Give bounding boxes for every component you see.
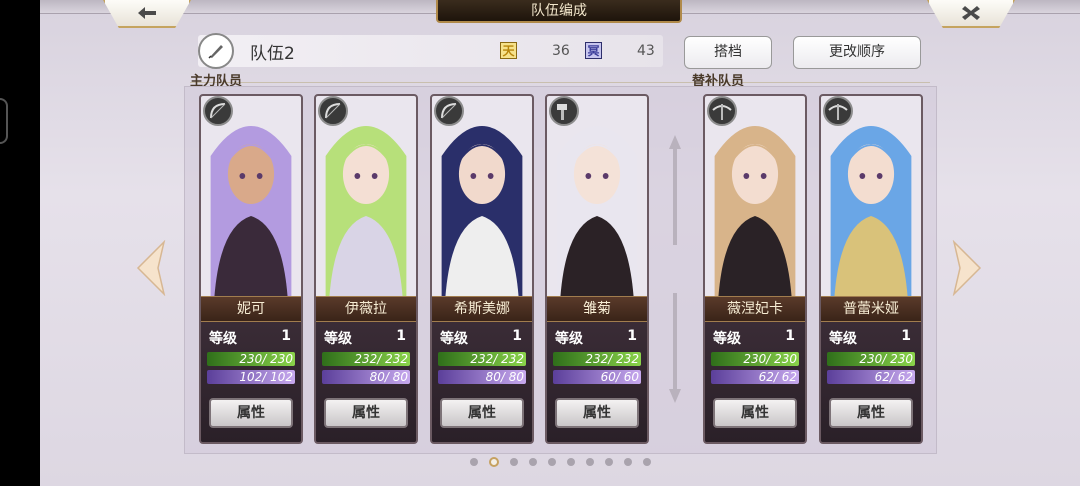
character-name: 普蕾米娅 bbox=[821, 296, 921, 322]
hp-bar: 232/ 232 bbox=[438, 352, 526, 366]
hell-value: 43 bbox=[637, 43, 655, 59]
level-label: 等级 bbox=[713, 331, 741, 347]
back-button[interactable] bbox=[103, 0, 191, 28]
hammer-icon bbox=[549, 96, 579, 126]
hp-bar: 232/ 232 bbox=[322, 352, 410, 366]
level-label: 等级 bbox=[555, 331, 583, 347]
page-dot[interactable] bbox=[548, 458, 556, 466]
hell-attribute-icon: 冥 bbox=[585, 42, 602, 59]
attribute-button[interactable]: 属性 bbox=[555, 398, 639, 428]
character-portrait bbox=[201, 96, 301, 296]
hp-bar: 230/ 230 bbox=[207, 352, 295, 366]
page-dot[interactable] bbox=[586, 458, 594, 466]
character-card[interactable]: 薇涅妃卡 等级 1 230/ 230 62/ 62 属性 bbox=[703, 94, 807, 444]
page-dot[interactable] bbox=[529, 458, 537, 466]
heaven-value: 36 bbox=[552, 43, 570, 59]
rename-team-button[interactable] bbox=[198, 33, 234, 69]
hp-bar: 230/ 230 bbox=[711, 352, 799, 366]
close-icon bbox=[962, 6, 980, 20]
page-indicator bbox=[470, 457, 651, 467]
mp-bar: 102/ 102 bbox=[207, 370, 295, 384]
page-dot[interactable] bbox=[605, 458, 613, 466]
page-dot[interactable] bbox=[510, 458, 518, 466]
character-stats: 等级 1 232/ 232 80/ 80 属性 bbox=[432, 322, 532, 442]
character-portrait bbox=[432, 96, 532, 296]
character-card[interactable]: 希斯美娜 等级 1 232/ 232 80/ 80 属性 bbox=[430, 94, 534, 444]
heaven-attribute-icon: 天 bbox=[500, 42, 517, 59]
page-dot[interactable] bbox=[643, 458, 651, 466]
character-stats: 等级 1 232/ 232 80/ 80 属性 bbox=[316, 322, 416, 442]
level-value: 1 bbox=[627, 328, 637, 344]
character-name: 薇涅妃卡 bbox=[705, 296, 805, 322]
page-dot[interactable] bbox=[624, 458, 632, 466]
level-value: 1 bbox=[901, 328, 911, 344]
level-label: 等级 bbox=[440, 331, 468, 347]
left-arrow-icon bbox=[138, 7, 156, 19]
level-value: 1 bbox=[512, 328, 522, 344]
team-name: 队伍2 bbox=[250, 44, 295, 64]
character-card[interactable]: 伊薇拉 等级 1 232/ 232 80/ 80 属性 bbox=[314, 94, 418, 444]
mp-bar: 62/ 62 bbox=[827, 370, 915, 384]
page-dot[interactable] bbox=[470, 458, 478, 466]
character-portrait bbox=[705, 96, 805, 296]
character-portrait bbox=[316, 96, 416, 296]
next-page-arrow[interactable] bbox=[952, 240, 982, 296]
character-name: 伊薇拉 bbox=[316, 296, 416, 322]
attribute-button[interactable]: 属性 bbox=[829, 398, 913, 428]
character-portrait bbox=[821, 96, 921, 296]
hp-bar: 230/ 230 bbox=[827, 352, 915, 366]
bow-icon bbox=[434, 96, 464, 126]
attribute-button[interactable]: 属性 bbox=[440, 398, 524, 428]
level-label: 等级 bbox=[209, 331, 237, 347]
mp-bar: 60/ 60 bbox=[553, 370, 641, 384]
section-divider-line bbox=[190, 82, 930, 83]
character-stats: 等级 1 230/ 230 102/ 102 属性 bbox=[201, 322, 301, 442]
reorder-button[interactable]: 更改顺序 bbox=[793, 36, 921, 69]
character-stats: 等级 1 230/ 230 62/ 62 属性 bbox=[821, 322, 921, 442]
bow-icon bbox=[318, 96, 348, 126]
attribute-button[interactable]: 属性 bbox=[713, 398, 797, 428]
character-name: 妮可 bbox=[201, 296, 301, 322]
level-value: 1 bbox=[281, 328, 291, 344]
attribute-button[interactable]: 属性 bbox=[209, 398, 293, 428]
quill-icon bbox=[208, 45, 223, 59]
character-portrait bbox=[547, 96, 647, 296]
crossbow-icon bbox=[823, 96, 853, 126]
character-name: 雏菊 bbox=[547, 296, 647, 322]
mp-bar: 80/ 80 bbox=[438, 370, 526, 384]
bow-icon bbox=[203, 96, 233, 126]
close-button[interactable] bbox=[927, 0, 1015, 28]
level-value: 1 bbox=[785, 328, 795, 344]
swap-divider-icon bbox=[669, 135, 681, 403]
attribute-button[interactable]: 属性 bbox=[324, 398, 408, 428]
partner-button[interactable]: 搭档 bbox=[684, 36, 772, 69]
mp-bar: 62/ 62 bbox=[711, 370, 799, 384]
character-card[interactable]: 普蕾米娅 等级 1 230/ 230 62/ 62 属性 bbox=[819, 94, 923, 444]
page-dot[interactable] bbox=[489, 457, 499, 467]
character-card[interactable]: 雏菊 等级 1 232/ 232 60/ 60 属性 bbox=[545, 94, 649, 444]
character-card[interactable]: 妮可 等级 1 230/ 230 102/ 102 属性 bbox=[199, 94, 303, 444]
mp-bar: 80/ 80 bbox=[322, 370, 410, 384]
character-name: 希斯美娜 bbox=[432, 296, 532, 322]
character-stats: 等级 1 230/ 230 62/ 62 属性 bbox=[705, 322, 805, 442]
level-label: 等级 bbox=[324, 331, 352, 347]
hp-bar: 232/ 232 bbox=[553, 352, 641, 366]
page-title: 队伍编成 bbox=[436, 0, 682, 23]
page-dot[interactable] bbox=[567, 458, 575, 466]
screen-bezel bbox=[0, 0, 40, 486]
character-stats: 等级 1 232/ 232 60/ 60 属性 bbox=[547, 322, 647, 442]
prev-page-arrow[interactable] bbox=[136, 240, 166, 296]
bezel-notch bbox=[0, 98, 8, 144]
level-value: 1 bbox=[396, 328, 406, 344]
crossbow-icon bbox=[707, 96, 737, 126]
level-label: 等级 bbox=[829, 331, 857, 347]
